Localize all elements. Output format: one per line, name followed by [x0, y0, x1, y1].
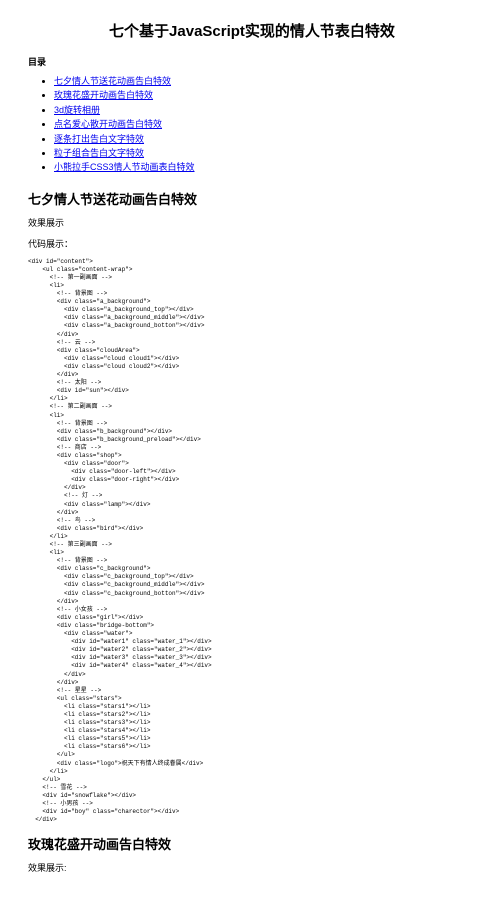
section-1-heading: 七夕情人节送花动画告白特效: [28, 189, 476, 208]
toc-link-4[interactable]: 点名爱心散开动画告白特效: [54, 119, 162, 129]
toc-item: 小熊拉手CSS3情人节动画表白特效: [54, 160, 476, 174]
toc-label: 目录: [28, 55, 476, 68]
code-block-1: <div id="content"> <ul class="content-wr…: [28, 258, 476, 825]
code-label-1: 代码展示：: [28, 237, 476, 250]
toc-list: 七夕情人节送花动画告白特效 玫瑰花盛开动画告白特效 3d旋转相册 点名爱心散开动…: [28, 74, 476, 175]
section-2-heading: 玫瑰花盛开动画告白特效: [28, 834, 476, 853]
toc-item: 点名爱心散开动画告白特效: [54, 117, 476, 131]
toc-link-2[interactable]: 玫瑰花盛开动画告白特效: [54, 90, 153, 100]
toc-link-3[interactable]: 3d旋转相册: [54, 105, 100, 115]
effect-label-1: 效果展示: [28, 216, 476, 229]
toc-item: 七夕情人节送花动画告白特效: [54, 74, 476, 88]
page-title: 七个基于JavaScript实现的情人节表白特效: [28, 20, 476, 41]
toc-link-6[interactable]: 粒子组合告白文字特效: [54, 148, 144, 158]
toc-link-1[interactable]: 七夕情人节送花动画告白特效: [54, 76, 171, 86]
document-page: 七个基于JavaScript实现的情人节表白特效 目录 七夕情人节送花动画告白特…: [0, 0, 504, 902]
toc-item: 粒子组合告白文字特效: [54, 146, 476, 160]
toc-item: 逐条打出告白文字特效: [54, 132, 476, 146]
effect-label-2: 效果展示:: [28, 861, 476, 874]
toc-item: 玫瑰花盛开动画告白特效: [54, 88, 476, 102]
toc-item: 3d旋转相册: [54, 103, 476, 117]
toc-link-7[interactable]: 小熊拉手CSS3情人节动画表白特效: [54, 162, 195, 172]
toc-link-5[interactable]: 逐条打出告白文字特效: [54, 134, 144, 144]
